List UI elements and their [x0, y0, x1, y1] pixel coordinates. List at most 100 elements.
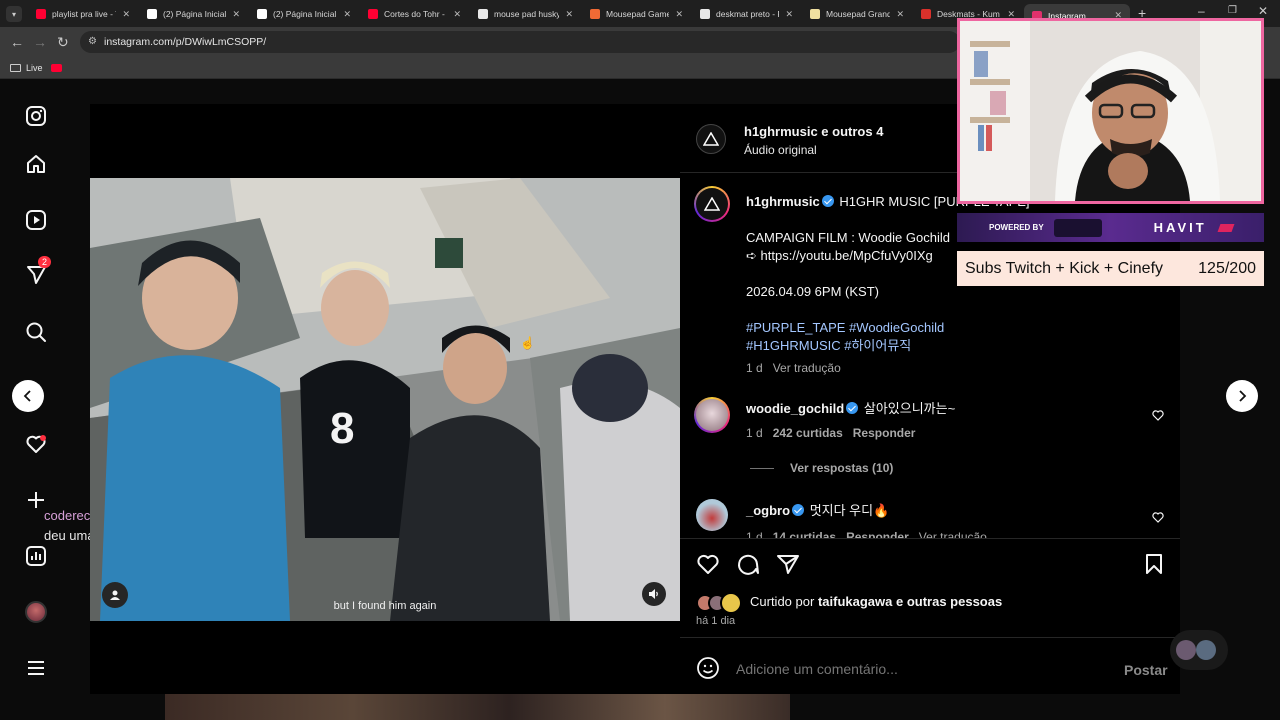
- youtube-bookmark-icon[interactable]: [50, 63, 62, 72]
- post-comment-button[interactable]: Postar: [1124, 662, 1168, 678]
- site-info-icon[interactable]: ⚙: [88, 36, 97, 47]
- previous-post-button[interactable]: [12, 380, 44, 412]
- close-window-button[interactable]: ✕: [1258, 4, 1268, 18]
- sponsor-banner: POWERED BY HAVIT: [957, 213, 1264, 242]
- tab-title: mouse pad husky: [494, 9, 560, 19]
- liked-by-user[interactable]: taifukagawa: [818, 594, 892, 609]
- chevron-right-icon: [1239, 390, 1247, 402]
- comment-like-heart-icon[interactable]: [1152, 510, 1164, 528]
- bookmark-folder-live[interactable]: Live: [26, 63, 43, 73]
- like-button[interactable]: [696, 552, 720, 581]
- address-bar[interactable]: ⚙ instagram.com/p/DWiwLmCSOPP/: [80, 31, 960, 53]
- post-header-audio[interactable]: Áudio original: [744, 143, 817, 157]
- comment-item: woodie_gochild 살아있으니까는~ 1 d 242 curtidas…: [746, 400, 1136, 477]
- browser-tab[interactable]: deskmat preto - P ✕: [692, 4, 801, 24]
- comment-likes[interactable]: 242 curtidas: [773, 426, 843, 440]
- goal-label: Subs Twitch + Kick + Cinefy: [965, 259, 1164, 277]
- close-tab-icon[interactable]: ✕: [675, 9, 683, 20]
- back-button[interactable]: ←: [10, 34, 24, 50]
- caption-hashtags-1[interactable]: #PURPLE_TAPE #WoodieGochild: [746, 319, 1166, 337]
- caption-hashtags-2[interactable]: #H1GHRMUSIC #하이어뮤직: [746, 337, 1166, 355]
- speaker-icon: [649, 589, 658, 599]
- close-tab-icon[interactable]: ✕: [453, 9, 461, 20]
- close-tab-icon[interactable]: ✕: [785, 9, 793, 20]
- browser-tab[interactable]: mouse pad husky ✕: [470, 4, 581, 24]
- post-header-avatar[interactable]: [696, 124, 726, 154]
- tab-title: Cortes do Tohr - Y: [384, 9, 448, 19]
- browser-tab[interactable]: (2) Página Inicial / ✕: [139, 4, 248, 24]
- comment-text: 살아있으니까는~: [863, 401, 956, 416]
- comment-avatar[interactable]: [696, 499, 728, 531]
- home-icon[interactable]: [22, 150, 50, 178]
- tab-favicon-icon: [368, 9, 378, 19]
- comment-item: _ogbro 멋지다 우디🔥 1 d 14 curtidas Responder…: [746, 502, 1136, 538]
- comment-reply-button[interactable]: Responder: [853, 426, 916, 440]
- search-icon[interactable]: [22, 318, 50, 346]
- liked-by-avatars[interactable]: [696, 592, 750, 614]
- sponsor-partner-logo: [1053, 218, 1102, 237]
- dashboard-icon[interactable]: [22, 542, 50, 570]
- video-subtitle: but I found him again: [333, 600, 437, 612]
- share-button[interactable]: [776, 552, 800, 581]
- reload-button[interactable]: ↻: [57, 34, 69, 51]
- comment-button[interactable]: [736, 552, 760, 581]
- comment-text: 멋지다 우디🔥: [809, 503, 890, 518]
- comment-time: 1 d: [746, 426, 763, 440]
- instagram-logo-icon[interactable]: [22, 102, 50, 130]
- tab-favicon-icon: [921, 9, 931, 19]
- liked-by-prefix: Curtido por: [750, 594, 815, 609]
- browser-tab[interactable]: Cortes do Tohr - Y ✕: [360, 4, 469, 24]
- next-post-button[interactable]: [1226, 380, 1258, 412]
- liked-by-suffix[interactable]: e outras pessoas: [896, 594, 1002, 609]
- comment-like-heart-icon[interactable]: [1152, 408, 1164, 426]
- heart-icon: [697, 554, 719, 574]
- caption-translate-button[interactable]: Ver tradução: [773, 361, 841, 375]
- save-button[interactable]: [1142, 552, 1166, 581]
- post-header-users[interactable]: h1ghrmusic e outros 4: [744, 124, 883, 139]
- caption-username[interactable]: h1ghrmusic: [746, 194, 820, 209]
- messages-pill[interactable]: [1170, 630, 1228, 670]
- comment-username[interactable]: woodie_gochild: [746, 401, 844, 416]
- reels-icon[interactable]: [22, 206, 50, 234]
- close-tab-icon[interactable]: ✕: [232, 9, 240, 20]
- close-tab-icon[interactable]: ✕: [565, 9, 573, 20]
- messages-icon[interactable]: 2: [22, 256, 52, 288]
- browser-tab[interactable]: playlist pra live - Y ✕: [28, 4, 138, 24]
- close-tab-icon[interactable]: ✕: [122, 9, 130, 20]
- browser-tab[interactable]: Mousepad Grand ✕: [802, 4, 912, 24]
- comment-translate-button[interactable]: Ver tradução: [919, 530, 987, 538]
- verified-badge-icon: [846, 402, 859, 414]
- forward-button[interactable]: →: [33, 34, 47, 50]
- send-icon: [777, 555, 799, 574]
- tab-title: (2) Página Inicial /: [163, 9, 227, 19]
- tab-favicon-icon: [36, 9, 46, 19]
- comment-time: 1 d: [746, 530, 763, 538]
- sponsor-brand: HAVIT: [1153, 220, 1207, 235]
- comment-username[interactable]: _ogbro: [746, 503, 790, 518]
- actions-divider: [680, 538, 1180, 539]
- emoji-button[interactable]: [696, 656, 720, 685]
- tab-title: (2) Página Inicial /: [273, 9, 338, 19]
- browser-tab[interactable]: (2) Página Inicial / ✕: [249, 4, 359, 24]
- comment-reply-button[interactable]: Responder: [846, 530, 909, 538]
- caption-avatar[interactable]: [694, 186, 730, 222]
- comment-avatar[interactable]: [694, 397, 730, 433]
- comment-box-divider: [680, 637, 1180, 638]
- caption-time: 1 d: [746, 361, 763, 375]
- tagged-users-button[interactable]: [102, 582, 128, 608]
- profile-avatar[interactable]: [22, 598, 50, 626]
- maximize-window-button[interactable]: ❐: [1228, 5, 1237, 16]
- notifications-heart-icon[interactable]: [22, 430, 50, 458]
- minimize-window-button[interactable]: –: [1198, 4, 1205, 18]
- reel-video[interactable]: 8 but I found him again ☝: [90, 104, 680, 694]
- comment-likes[interactable]: 14 curtidas: [773, 530, 836, 538]
- close-tab-icon[interactable]: ✕: [343, 9, 351, 20]
- audio-toggle-button[interactable]: [642, 582, 666, 606]
- comment-input[interactable]: [736, 658, 1096, 680]
- more-menu-icon[interactable]: [22, 654, 50, 682]
- liked-by-text[interactable]: Curtido por taifukagawa e outras pessoas: [750, 594, 1002, 609]
- view-replies-button[interactable]: Ver respostas (10): [790, 461, 893, 475]
- browser-tab[interactable]: Mousepad Gamer ✕: [582, 4, 691, 24]
- tab-list-button[interactable]: ▾: [6, 6, 22, 22]
- close-tab-icon[interactable]: ✕: [896, 9, 904, 20]
